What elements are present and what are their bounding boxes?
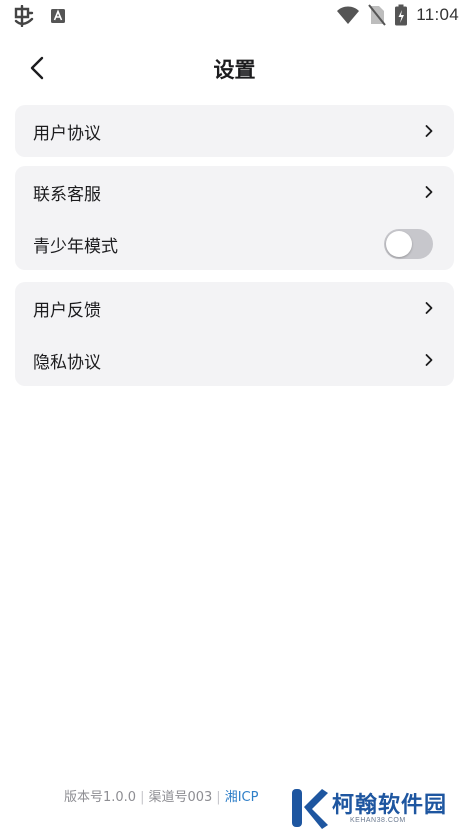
chevron-right-icon xyxy=(425,125,433,137)
teen-mode-toggle[interactable] xyxy=(384,229,433,259)
row-teen-mode: 青少年模式 xyxy=(15,218,454,270)
watermark-text: 柯翰软件园 xyxy=(332,793,448,818)
bug-icon xyxy=(12,5,36,27)
page-title: 设置 xyxy=(213,58,256,82)
chevron-right-icon xyxy=(425,186,433,198)
k-logo-icon xyxy=(292,789,328,829)
battery-charging-icon xyxy=(394,4,408,26)
divider: | xyxy=(140,790,145,805)
row-label: 用户协议 xyxy=(33,123,101,144)
settings-group-2: 联系客服 青少年模式 xyxy=(15,166,454,270)
row-privacy-policy[interactable]: 隐私协议 xyxy=(15,334,454,386)
chevron-right-icon xyxy=(425,354,433,366)
row-label: 隐私协议 xyxy=(33,352,101,373)
row-contact-support[interactable]: 联系客服 xyxy=(15,166,454,218)
row-label: 青少年模式 xyxy=(33,236,118,257)
divider: | xyxy=(216,790,221,805)
icp-link[interactable]: 湘ICP xyxy=(225,790,259,805)
status-bar: 11:04 xyxy=(0,0,469,32)
status-time: 11:04 xyxy=(416,5,459,24)
settings-group-3: 用户反馈 隐私协议 xyxy=(15,282,454,386)
watermark-sub: KEHAN38.COM xyxy=(350,817,406,824)
watermark-logo: 柯翰软件园 KEHAN38.COM xyxy=(288,783,469,833)
channel-text: 渠道号003 xyxy=(148,790,213,805)
row-user-feedback[interactable]: 用户反馈 xyxy=(15,282,454,334)
toggle-knob xyxy=(386,231,412,257)
row-user-agreement[interactable]: 用户协议 xyxy=(15,105,454,157)
wifi-icon xyxy=(336,5,360,25)
chevron-right-icon xyxy=(425,302,433,314)
font-a-icon xyxy=(50,8,66,24)
no-sim-icon xyxy=(368,4,386,26)
version-text: 版本号1.0.0 xyxy=(64,790,137,805)
settings-group-1: 用户协议 xyxy=(15,105,454,157)
row-label: 用户反馈 xyxy=(33,300,101,321)
header: 设置 xyxy=(0,40,469,96)
row-label: 联系客服 xyxy=(33,184,101,205)
